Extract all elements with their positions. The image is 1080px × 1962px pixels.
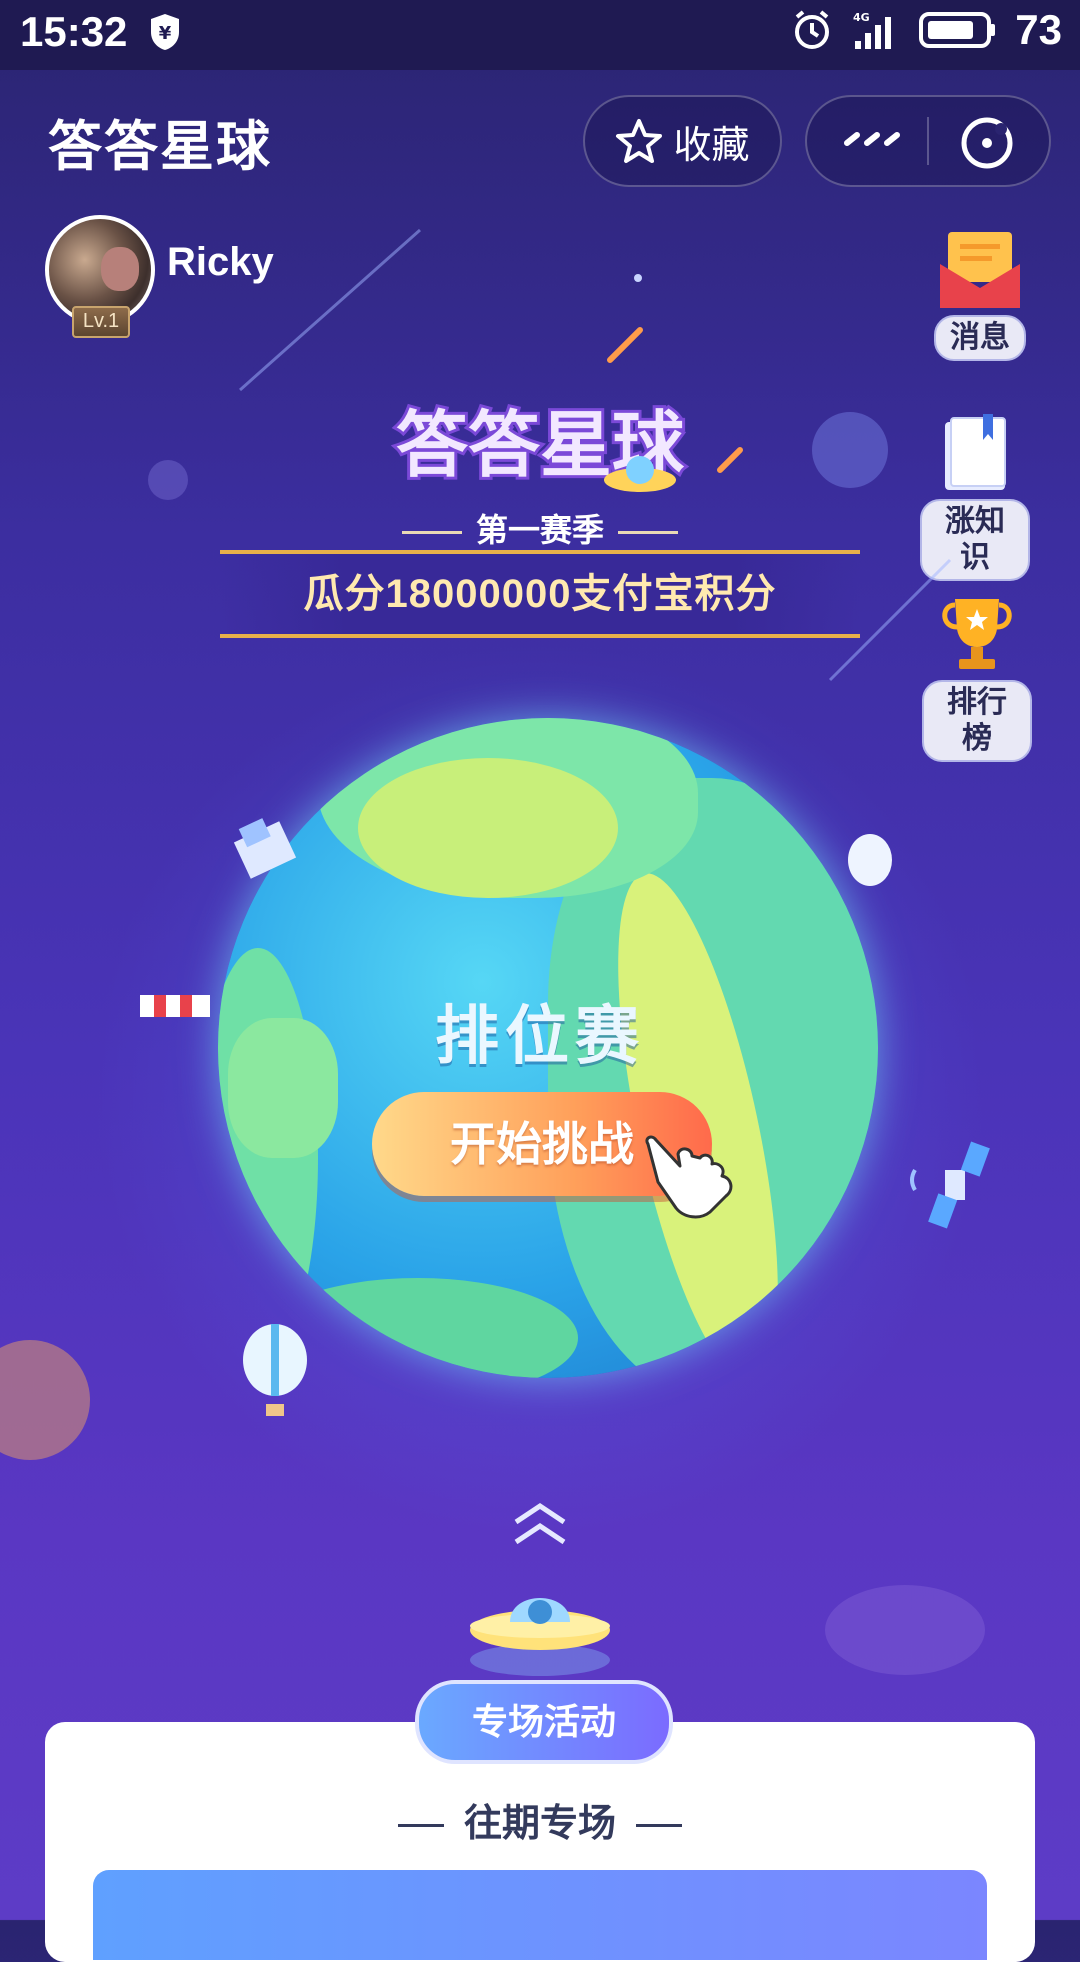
status-bar: 15:32 ¥ 4G 73	[0, 0, 1080, 70]
ranked-mode-title: 排位赛	[435, 1000, 645, 1072]
prize-text: 瓜分18000000支付宝积分	[303, 572, 777, 616]
scroll-up-arrows-icon[interactable]	[510, 1500, 570, 1550]
season-label: 第一赛季	[0, 505, 1080, 551]
pointing-hand-icon	[645, 1135, 733, 1219]
satellite-icon	[910, 1141, 990, 1229]
capsule-divider	[927, 117, 929, 165]
past-events-title: 往期专场	[463, 1803, 616, 1845]
past-event-banner[interactable]	[93, 1870, 987, 1960]
balloon-icon	[243, 1324, 307, 1416]
svg-text:¥: ¥	[159, 23, 172, 44]
cloud-icon	[848, 834, 892, 886]
battery-icon	[919, 12, 996, 48]
alarm-icon	[795, 10, 830, 49]
season-text: 第一赛季	[475, 512, 604, 548]
payment-shield-icon: ¥	[151, 14, 179, 50]
ship-icon	[233, 818, 297, 879]
favorite-label: 收藏	[673, 124, 750, 167]
battery-percent: 73	[1015, 6, 1062, 53]
more-icon[interactable]	[843, 129, 905, 149]
close-miniapp-icon[interactable]	[959, 115, 1015, 171]
page-title: 答答星球	[48, 117, 272, 177]
capsule-menu	[805, 95, 1051, 187]
svg-text:4G: 4G	[853, 11, 870, 24]
signal-4g-icon: 4G	[853, 11, 892, 49]
special-events-tab[interactable]: 专场活动	[415, 1680, 673, 1764]
star-icon	[616, 119, 663, 163]
app-logo: 答答星球	[393, 400, 688, 492]
past-events-heading: 往期专场	[0, 1792, 1080, 1847]
mini-app-titlebar: 答答星球 收藏	[0, 70, 1080, 205]
ufo-mascot-icon	[470, 1598, 610, 1676]
status-time: 15:32	[20, 8, 128, 55]
favorite-button[interactable]: 收藏	[583, 95, 782, 187]
prize-banner: 瓜分18000000支付宝积分	[220, 550, 860, 638]
